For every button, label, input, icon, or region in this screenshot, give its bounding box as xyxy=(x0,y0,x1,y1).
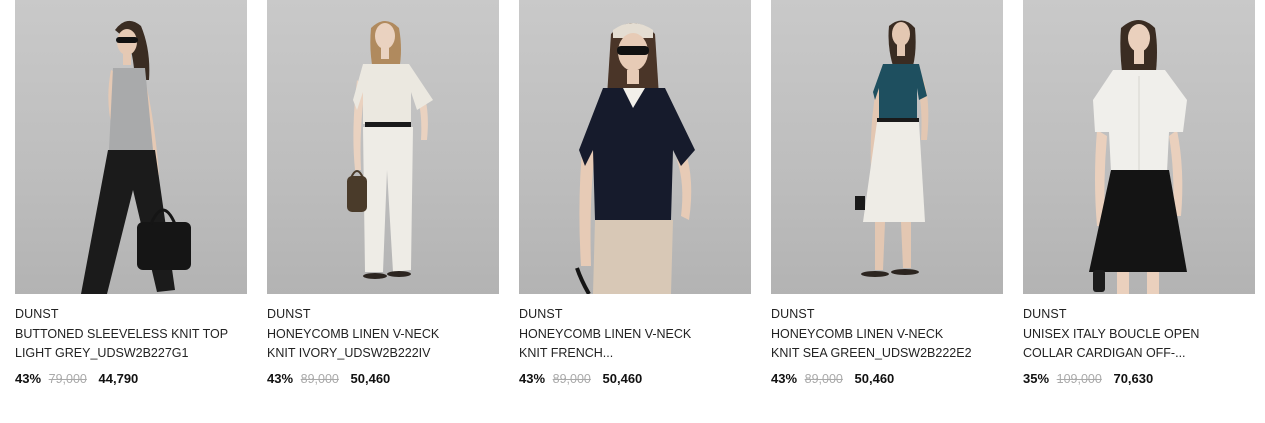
sale-price: 50,460 xyxy=(854,371,895,386)
product-name[interactable]: UNISEX ITALY BOUCLE OPEN COLLAR CARDIGAN… xyxy=(1023,325,1255,363)
product-name[interactable]: HONEYCOMB LINEN V-NECK KNIT SEA GREEN_UD… xyxy=(771,325,1003,363)
price-row: 35% 109,000 70,630 xyxy=(1023,371,1153,387)
price-row: 43% 89,000 50,460 xyxy=(771,371,894,387)
product-image[interactable] xyxy=(519,0,751,294)
product-card[interactable]: DUNST UNISEX ITALY BOUCLE OPEN COLLAR CA… xyxy=(1023,0,1255,386)
price-row: 43% 79,000 44,790 xyxy=(15,371,138,387)
product-name-line: HONEYCOMB LINEN V-NECK xyxy=(771,327,944,341)
product-image[interactable] xyxy=(1023,0,1255,294)
sale-price: 44,790 xyxy=(98,371,139,386)
product-name-line: KNIT SEA GREEN_UDSW2B222E2 xyxy=(771,346,972,360)
original-price: 89,000 xyxy=(552,372,591,386)
brand-name: DUNST xyxy=(1023,307,1067,321)
discount-rate: 43% xyxy=(267,371,294,386)
brand-name: DUNST xyxy=(771,307,815,321)
product-grid: DUNST BUTTONED SLEEVELESS KNIT TOP LIGHT… xyxy=(0,0,1265,423)
product-card[interactable]: DUNST HONEYCOMB LINEN V-NECK KNIT SEA GR… xyxy=(771,0,1003,386)
product-card[interactable]: DUNST HONEYCOMB LINEN V-NECK KNIT FRENCH… xyxy=(519,0,751,386)
original-price: 79,000 xyxy=(48,372,87,386)
product-name-line: HONEYCOMB LINEN V-NECK xyxy=(519,327,692,341)
discount-rate: 43% xyxy=(771,371,798,386)
price-row: 43% 89,000 50,460 xyxy=(519,371,642,387)
brand-name: DUNST xyxy=(267,307,311,321)
discount-rate: 43% xyxy=(15,371,42,386)
product-name-line: KNIT FRENCH... xyxy=(519,346,614,360)
brand-name: DUNST xyxy=(15,307,59,321)
discount-rate: 43% xyxy=(519,371,546,386)
product-image[interactable] xyxy=(267,0,499,294)
original-price: 109,000 xyxy=(1056,372,1102,386)
product-card[interactable]: DUNST BUTTONED SLEEVELESS KNIT TOP LIGHT… xyxy=(15,0,247,386)
product-name-line: COLLAR CARDIGAN OFF-... xyxy=(1023,346,1186,360)
model-photo-illustration xyxy=(81,20,191,294)
product-name[interactable]: HONEYCOMB LINEN V-NECK KNIT FRENCH... xyxy=(519,325,751,363)
discount-rate: 35% xyxy=(1023,371,1050,386)
brand-name: DUNST xyxy=(519,307,563,321)
model-photo-illustration xyxy=(347,21,433,279)
sale-price: 50,460 xyxy=(602,371,643,386)
sale-price: 50,460 xyxy=(350,371,391,386)
product-name[interactable]: HONEYCOMB LINEN V-NECK KNIT IVORY_UDSW2B… xyxy=(267,325,499,363)
product-name-line: BUTTONED SLEEVELESS KNIT TOP xyxy=(15,327,229,341)
original-price: 89,000 xyxy=(804,372,843,386)
product-name-line: UNISEX ITALY BOUCLE OPEN xyxy=(1023,327,1200,341)
model-photo-illustration xyxy=(855,20,929,277)
product-card[interactable]: DUNST HONEYCOMB LINEN V-NECK KNIT IVORY_… xyxy=(267,0,499,386)
price-row: 43% 89,000 50,460 xyxy=(267,371,390,387)
sale-price: 70,630 xyxy=(1113,371,1154,386)
model-photo-illustration xyxy=(1089,20,1187,294)
original-price: 89,000 xyxy=(300,372,339,386)
product-name-line: KNIT IVORY_UDSW2B222IV xyxy=(267,346,431,360)
product-image[interactable] xyxy=(771,0,1003,294)
product-image[interactable] xyxy=(15,0,247,294)
product-name-line: HONEYCOMB LINEN V-NECK xyxy=(267,327,440,341)
product-name-line: LIGHT GREY_UDSW2B227G1 xyxy=(15,346,189,360)
product-name[interactable]: BUTTONED SLEEVELESS KNIT TOP LIGHT GREY_… xyxy=(15,325,247,363)
model-photo-illustration xyxy=(575,23,695,294)
